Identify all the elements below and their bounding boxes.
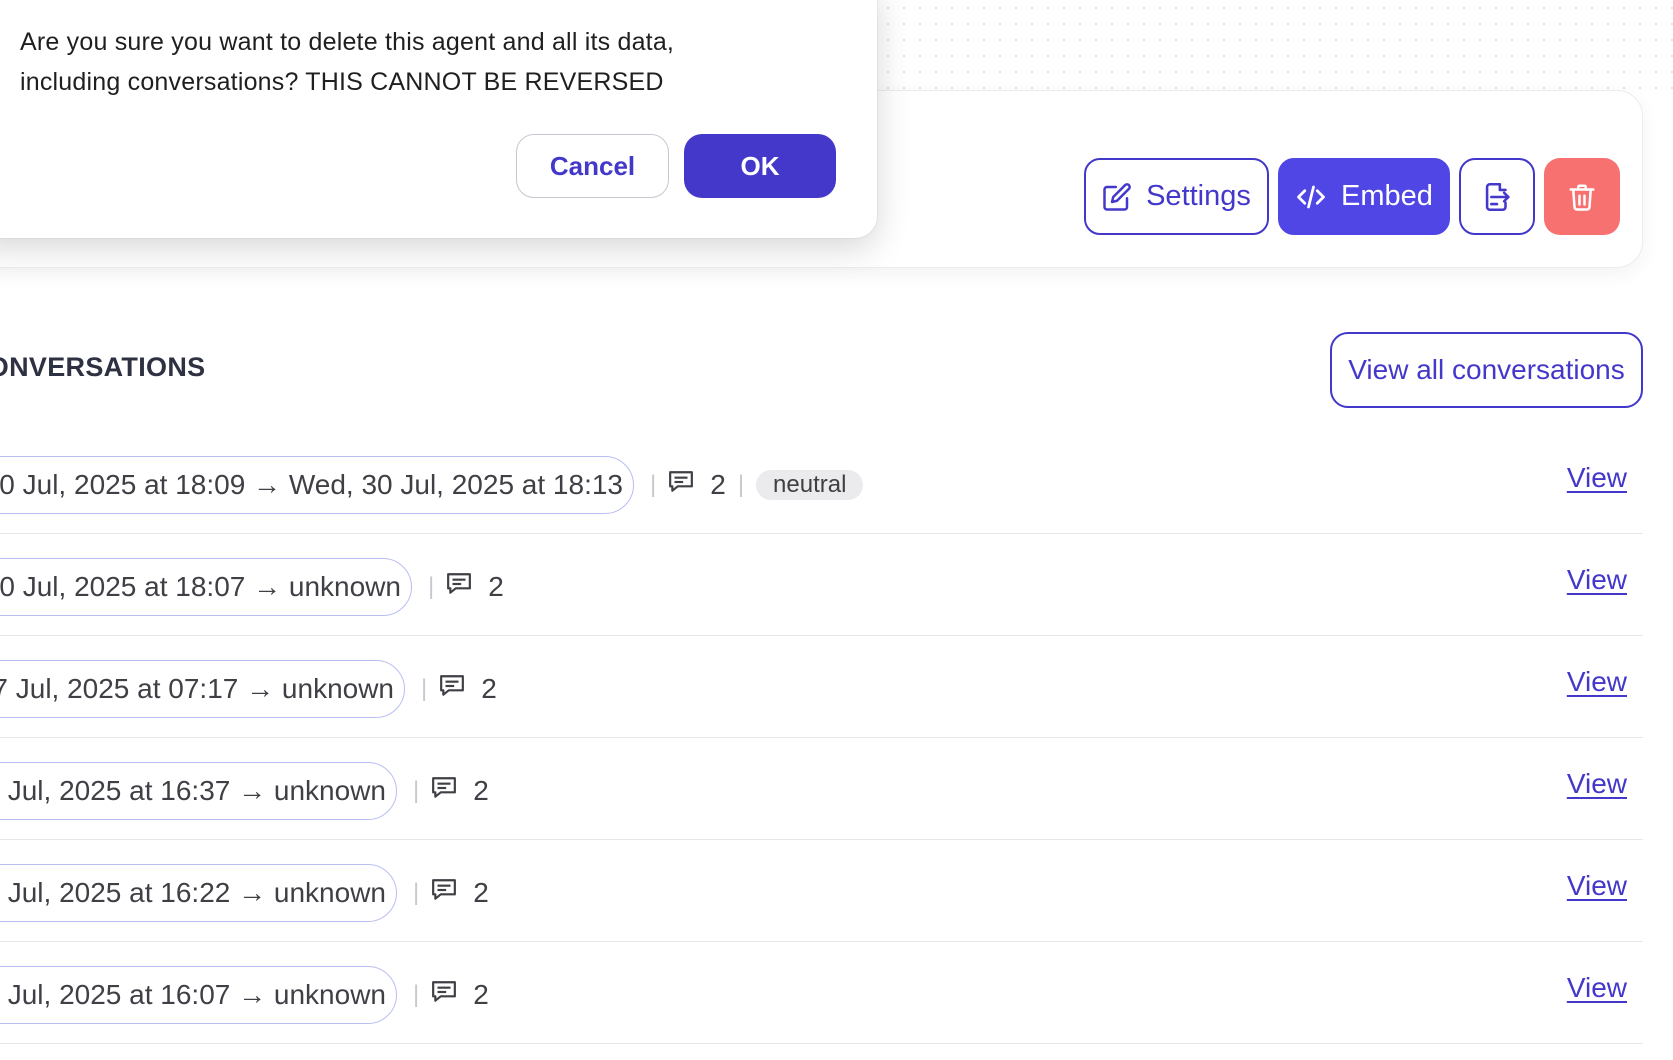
dotted-background bbox=[880, 0, 1673, 92]
view-conversation-link[interactable]: View bbox=[1567, 870, 1627, 902]
conversation-time-range: Sat, 26 Jul, 2025 at 16:37 → unknown bbox=[0, 762, 397, 820]
chat-bubble-icon bbox=[431, 775, 457, 807]
message-count: 2 bbox=[488, 571, 504, 602]
delete-button[interactable] bbox=[1544, 158, 1620, 235]
chat-bubble-icon bbox=[439, 673, 465, 705]
view-conversation-link[interactable]: View bbox=[1567, 462, 1627, 494]
view-all-conversations-button[interactable]: View all conversations bbox=[1330, 332, 1643, 408]
conversation-row: Sat, 26 Jul, 2025 at 16:22 → unknown | 2… bbox=[0, 840, 1643, 942]
dialog-message: Are you sure you want to delete this age… bbox=[20, 28, 675, 96]
message-count: 2 bbox=[473, 877, 489, 908]
embed-label: Embed bbox=[1341, 180, 1433, 212]
page: Settings Embed Are you sure you want to … bbox=[0, 0, 1673, 1060]
conversation-time-range: Sat, 26 Jul, 2025 at 16:07 → unknown bbox=[0, 966, 397, 1024]
conversation-row: Sun, 27 Jul, 2025 at 07:17 → unknown | 2… bbox=[0, 636, 1643, 738]
view-conversation-link[interactable]: View bbox=[1567, 768, 1627, 800]
separator: | bbox=[413, 777, 420, 804]
view-conversation-link[interactable]: View bbox=[1567, 564, 1627, 596]
embed-button[interactable]: Embed bbox=[1278, 158, 1450, 235]
confirm-delete-dialog: Are you sure you want to delete this age… bbox=[0, 0, 877, 238]
agent-actions: Settings Embed bbox=[1084, 158, 1620, 235]
conversation-row: Sat, 26 Jul, 2025 at 16:07 → unknown | 2… bbox=[0, 942, 1643, 1044]
conversation-meta: | 2 | neutral bbox=[638, 456, 864, 514]
conversation-meta: | 2 bbox=[401, 864, 489, 922]
separator: | bbox=[428, 573, 435, 600]
code-icon bbox=[1295, 182, 1327, 212]
export-document-icon bbox=[1480, 179, 1514, 215]
ok-button[interactable]: OK bbox=[684, 134, 836, 198]
conversation-time-range: Sat, 26 Jul, 2025 at 16:22 → unknown bbox=[0, 864, 397, 922]
chat-bubble-icon bbox=[446, 571, 472, 603]
conversation-time-range: Wed, 30 Jul, 2025 at 18:07 → unknown bbox=[0, 558, 412, 616]
message-count: 2 bbox=[710, 469, 726, 500]
separator: | bbox=[737, 471, 745, 498]
chat-bubble-icon bbox=[431, 979, 457, 1011]
separator: | bbox=[413, 879, 420, 906]
sentiment-tag: neutral bbox=[756, 470, 864, 500]
separator: | bbox=[413, 981, 420, 1008]
conversation-meta: | 2 bbox=[416, 558, 504, 616]
trash-icon bbox=[1567, 180, 1597, 214]
chat-bubble-icon bbox=[431, 877, 457, 909]
conversations-title: CONVERSATIONS bbox=[0, 352, 206, 382]
edit-icon bbox=[1102, 182, 1132, 212]
conversation-row: Sat, 26 Jul, 2025 at 16:37 → unknown | 2… bbox=[0, 738, 1643, 840]
view-conversation-link[interactable]: View bbox=[1567, 972, 1627, 1004]
conversation-time-range: Wed, 30 Jul, 2025 at 18:09 → Wed, 30 Jul… bbox=[0, 456, 634, 514]
chat-bubble-icon bbox=[668, 469, 694, 501]
separator: | bbox=[421, 675, 428, 702]
conversation-row: Wed, 30 Jul, 2025 at 18:09 → Wed, 30 Jul… bbox=[0, 432, 1643, 534]
message-count: 2 bbox=[473, 979, 489, 1010]
separator: | bbox=[650, 471, 657, 498]
conversation-meta: | 2 bbox=[401, 966, 489, 1024]
message-count: 2 bbox=[473, 775, 489, 806]
message-count: 2 bbox=[481, 673, 497, 704]
settings-button[interactable]: Settings bbox=[1084, 158, 1269, 235]
export-button[interactable] bbox=[1459, 158, 1535, 235]
conversation-meta: | 2 bbox=[401, 762, 489, 820]
conversation-time-range: Sun, 27 Jul, 2025 at 07:17 → unknown bbox=[0, 660, 405, 718]
view-conversation-link[interactable]: View bbox=[1567, 666, 1627, 698]
cancel-button[interactable]: Cancel bbox=[516, 134, 669, 198]
conversation-meta: | 2 bbox=[409, 660, 497, 718]
settings-label: Settings bbox=[1146, 180, 1251, 212]
conversation-row: Wed, 30 Jul, 2025 at 18:07 → unknown | 2… bbox=[0, 534, 1643, 636]
conversation-list: Wed, 30 Jul, 2025 at 18:09 → Wed, 30 Jul… bbox=[0, 432, 1643, 1044]
